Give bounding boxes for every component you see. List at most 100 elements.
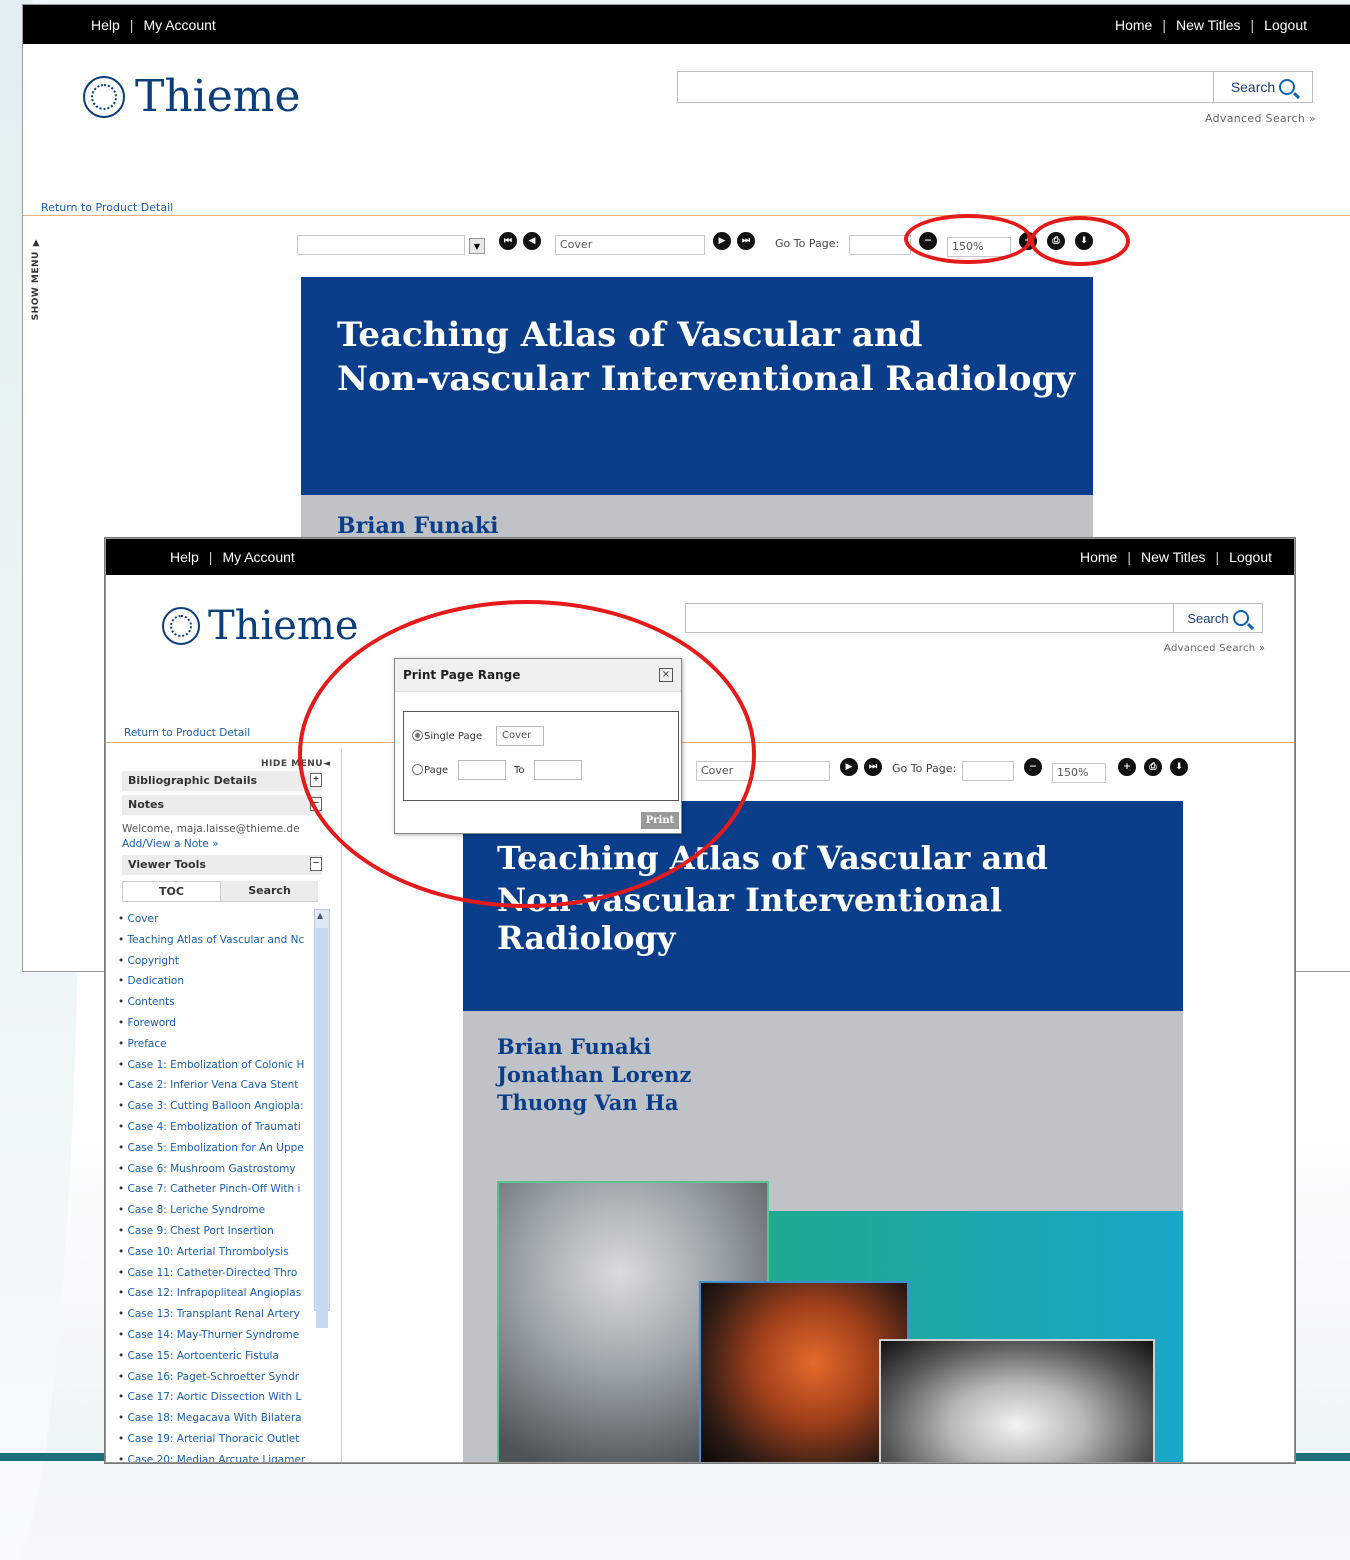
toc-item[interactable]: Case 16: Paget-Schroetter Syndr: [118, 1367, 318, 1388]
nav-separator: |: [129, 16, 134, 33]
print-icon[interactable]: ⎙: [1144, 758, 1162, 776]
toc-item[interactable]: Case 12: Infrapopliteal Angioplas: [118, 1283, 318, 1304]
toc-item[interactable]: Dedication: [118, 971, 318, 992]
toc-item[interactable]: Case 20: Median Arcuate Ligamer: [118, 1450, 318, 1462]
toc-item[interactable]: Teaching Atlas of Vascular and Nc: [118, 930, 318, 951]
help-link[interactable]: Help: [91, 17, 120, 33]
toc-item[interactable]: Copyright: [118, 951, 318, 972]
viewer-tools-label: Viewer Tools: [128, 858, 206, 871]
next-page-icon[interactable]: ▶: [840, 758, 858, 776]
toc-item[interactable]: Case 13: Transplant Renal Artery: [118, 1304, 318, 1325]
toc-item[interactable]: Case 1: Embolization of Colonic H: [118, 1055, 318, 1076]
sidebar: HIDE MENU◄ Bibliographic Details + Notes…: [106, 749, 342, 1462]
tab-toc[interactable]: TOC: [122, 881, 221, 901]
tab-search[interactable]: Search: [221, 881, 318, 901]
cover-author: Brian Funaki: [497, 1034, 652, 1059]
return-to-product-link[interactable]: Return to Product Detail: [124, 727, 250, 739]
search-input[interactable]: [685, 603, 1175, 633]
logout-link[interactable]: Logout: [1264, 17, 1307, 33]
search-input[interactable]: [677, 71, 1215, 103]
collapse-icon[interactable]: −: [310, 857, 322, 871]
divider-line: [23, 215, 1350, 216]
book-cover: Teaching Atlas of Vascular and Non-vascu…: [301, 277, 1093, 547]
search-icon: [1232, 610, 1249, 626]
my-account-link[interactable]: My Account: [143, 17, 215, 33]
toc-item[interactable]: Case 2: Inferior Vena Cava Stent: [118, 1075, 318, 1096]
toc-item[interactable]: Case 4: Embolization of Traumati: [118, 1117, 318, 1138]
viewer-tabs: TOC Search: [122, 881, 318, 902]
cover-author: Thuong Van Ha: [497, 1090, 679, 1115]
toc-item[interactable]: Contents: [118, 992, 318, 1013]
advanced-search-link[interactable]: Advanced Search »: [1205, 112, 1316, 125]
last-page-icon[interactable]: ⏭: [737, 232, 755, 250]
nav-separator: |: [1215, 549, 1220, 565]
toc-item[interactable]: Case 19: Arterial Thoracic Outlet: [118, 1429, 318, 1450]
advanced-search-link[interactable]: Advanced Search »: [1164, 643, 1265, 654]
toc-item[interactable]: Case 9: Chest Port Insertion: [118, 1221, 318, 1242]
toc-item[interactable]: Preface: [118, 1034, 318, 1055]
nav-separator: |: [1162, 16, 1166, 33]
search-button[interactable]: Search: [1173, 603, 1263, 633]
bibliographic-details-header[interactable]: Bibliographic Details +: [122, 771, 322, 791]
search-icon: [1279, 79, 1296, 95]
toc-item[interactable]: Case 14: May-Thurner Syndrome: [118, 1325, 318, 1346]
help-link[interactable]: Help: [170, 549, 199, 565]
toc-item[interactable]: Case 11: Catheter-Directed Thro: [118, 1263, 318, 1284]
zoom-out-icon[interactable]: −: [1024, 758, 1042, 776]
go-to-page-input[interactable]: [849, 235, 911, 255]
toc-item[interactable]: Case 7: Catheter Pinch-Off With i: [118, 1179, 318, 1200]
toc-item[interactable]: Case 8: Leriche Syndrome: [118, 1200, 318, 1221]
add-note-link[interactable]: Add/View a Note »: [122, 838, 219, 850]
toc-item[interactable]: Case 18: Megacava With Bilatera: [118, 1408, 318, 1429]
cover-author: Jonathan Lorenz: [497, 1062, 692, 1087]
first-page-icon[interactable]: ⏮: [499, 232, 517, 250]
download-icon[interactable]: ⬇: [1170, 758, 1188, 776]
toc-item[interactable]: Case 3: Cutting Balloon Angiopla:: [118, 1096, 318, 1117]
prev-page-icon[interactable]: ◀: [523, 232, 541, 250]
new-titles-link[interactable]: New Titles: [1176, 17, 1241, 33]
logo-text: Thieme: [135, 71, 301, 122]
thieme-logo[interactable]: Thieme: [83, 71, 301, 122]
toc-item[interactable]: Foreword: [118, 1013, 318, 1034]
scroll-thumb[interactable]: [316, 928, 328, 1328]
print-annotation-ring: [1030, 216, 1130, 266]
new-titles-link[interactable]: New Titles: [1141, 549, 1206, 565]
home-link[interactable]: Home: [1115, 17, 1152, 33]
cover-title-line2: Non-vascular Interventional Radiology: [337, 359, 1075, 399]
toc-item[interactable]: Case 5: Embolization for An Uppe: [118, 1138, 318, 1159]
toc-item[interactable]: Case 10: Arterial Thrombolysis: [118, 1242, 318, 1263]
chevron-down-icon[interactable]: ▼: [469, 238, 485, 254]
toc-list: CoverTeaching Atlas of Vascular and NcCo…: [118, 909, 318, 1462]
toc-item[interactable]: Case 6: Mushroom Gastrostomy: [118, 1159, 318, 1180]
go-to-page-input[interactable]: [962, 761, 1014, 781]
home-link[interactable]: Home: [1080, 549, 1117, 565]
viewer-tools-header[interactable]: Viewer Tools −: [122, 855, 322, 875]
search-button[interactable]: Search: [1213, 71, 1313, 103]
cover-authors: Brian Funaki Jonathan Lorenz Thuong Van …: [497, 1033, 691, 1117]
nav-separator: |: [1250, 16, 1255, 33]
thieme-flower-icon: [83, 75, 125, 118]
logo-text: Thieme: [208, 603, 359, 649]
next-page-icon[interactable]: ▶: [713, 232, 731, 250]
toc-item[interactable]: Case 15: Aortoenteric Fistula: [118, 1346, 318, 1367]
toc-item[interactable]: Case 17: Aortic Dissection With L: [118, 1387, 318, 1408]
show-menu-toggle[interactable]: SHOW MENU ▼: [31, 237, 41, 320]
chapter-select[interactable]: [297, 235, 465, 255]
last-page-icon[interactable]: ⏭: [864, 758, 882, 776]
logout-link[interactable]: Logout: [1229, 549, 1272, 565]
scroll-up-icon[interactable]: ▲: [317, 911, 323, 920]
zoom-in-icon[interactable]: +: [1118, 758, 1136, 776]
notes-label: Notes: [128, 798, 165, 811]
ct-3d-image: [699, 1281, 909, 1462]
notes-header[interactable]: Notes −: [122, 795, 322, 815]
toc-scrollbar[interactable]: ▲: [314, 909, 330, 1328]
axial-ct-image: [879, 1339, 1155, 1462]
zoom-input[interactable]: 150%: [1052, 763, 1106, 783]
top-nav-bar: Help | My Account Home | New Titles | Lo…: [23, 5, 1350, 44]
page-field[interactable]: Cover: [555, 235, 705, 255]
my-account-link[interactable]: My Account: [222, 549, 294, 565]
toc-item[interactable]: Cover: [118, 909, 318, 930]
return-to-product-link[interactable]: Return to Product Detail: [41, 201, 173, 214]
nav-separator: |: [1127, 549, 1131, 565]
thieme-logo[interactable]: Thieme: [162, 603, 359, 649]
